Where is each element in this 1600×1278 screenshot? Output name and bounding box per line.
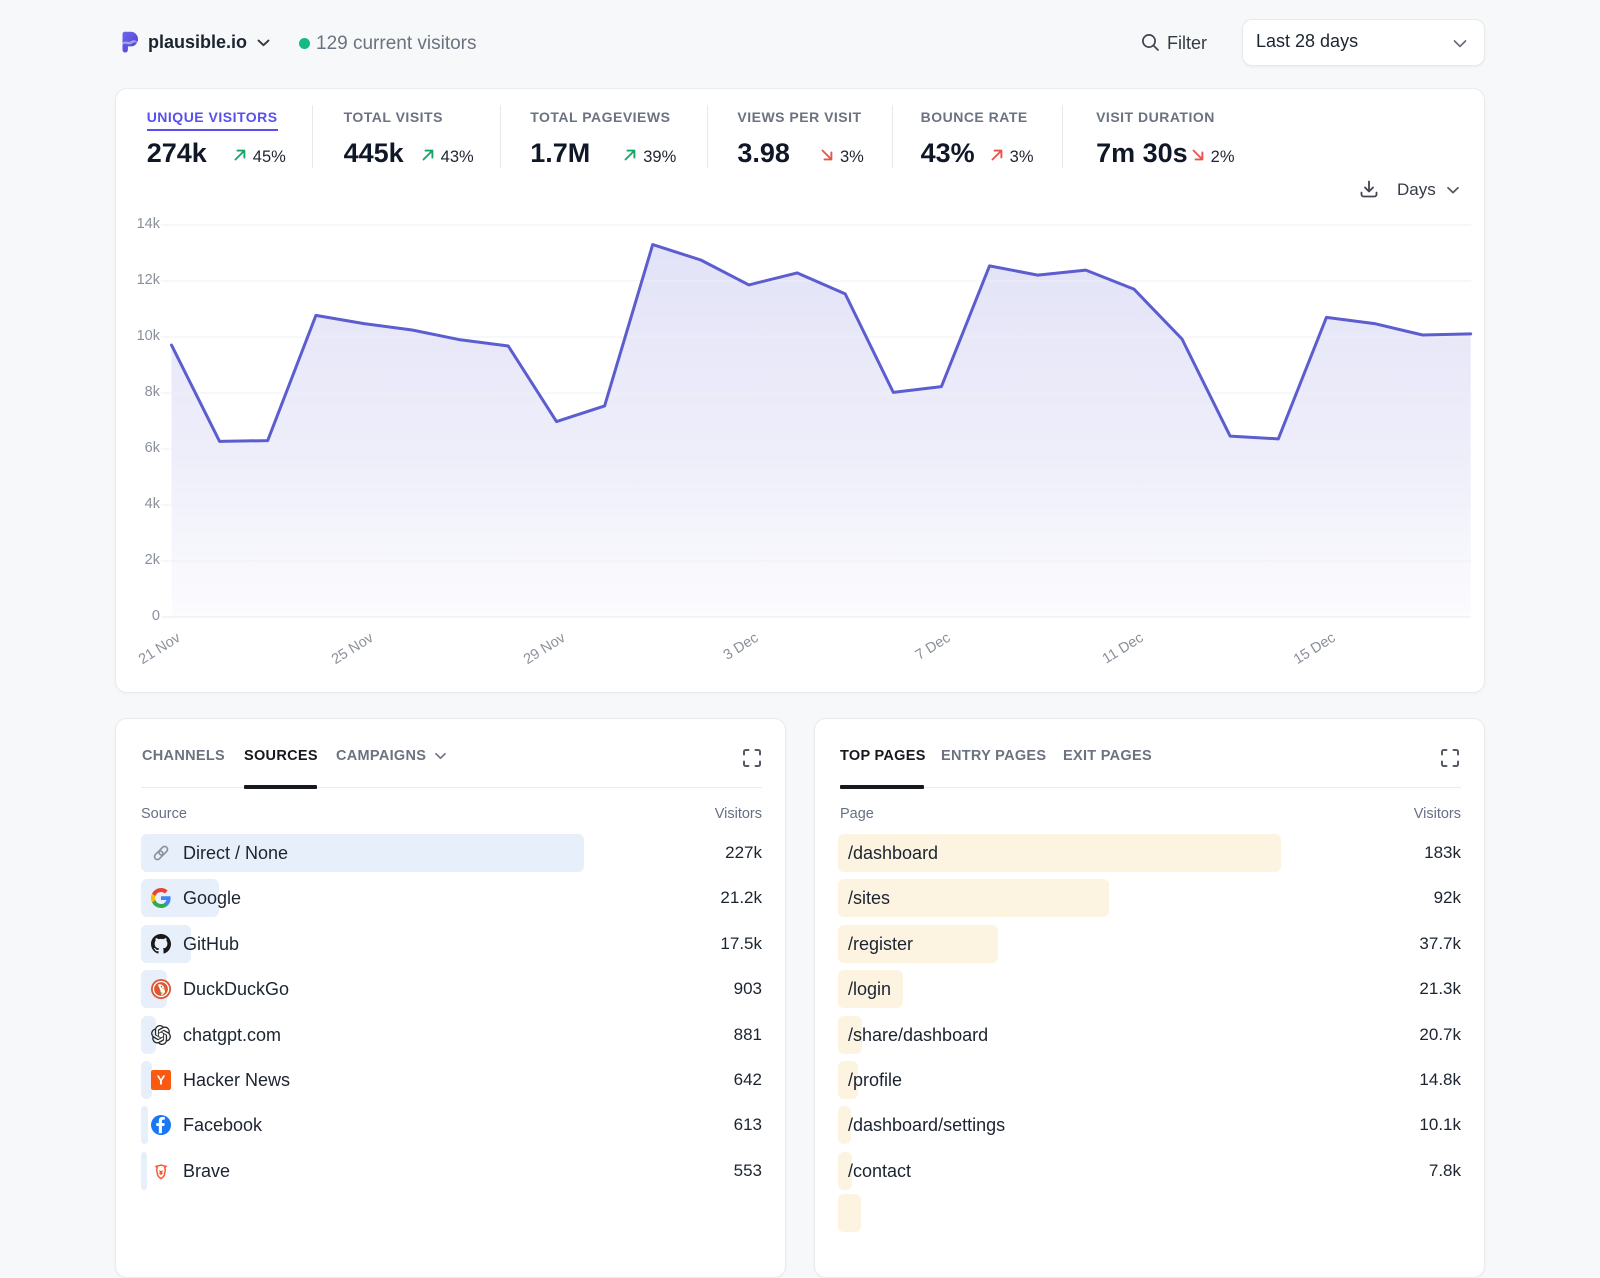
svg-text:Y: Y <box>157 1073 166 1088</box>
